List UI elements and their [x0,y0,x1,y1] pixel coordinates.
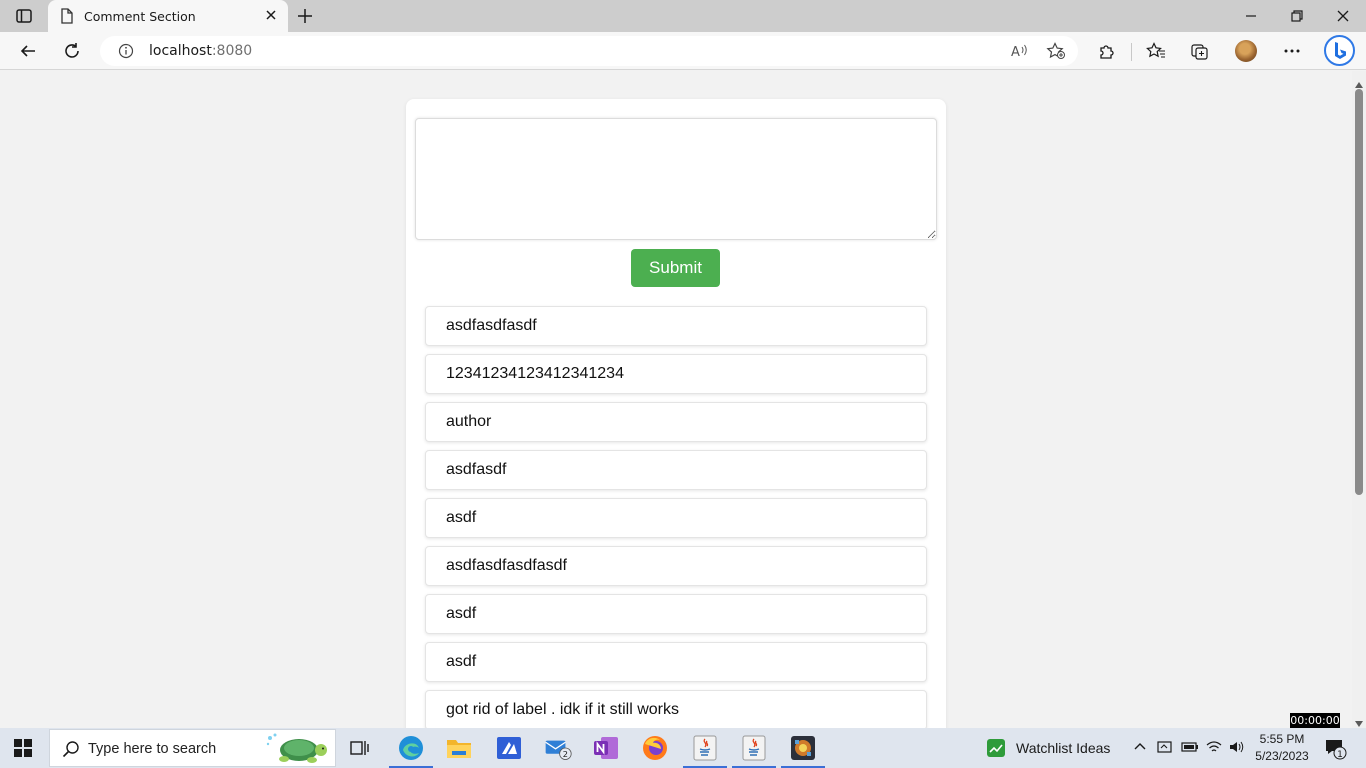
browser-toolbar: localhost:8080 A [0,32,1366,70]
comment-item: asdf [425,642,927,682]
edge-icon[interactable] [389,734,433,768]
comment-item: 12341234123412341234 [425,354,927,394]
system-clock[interactable]: 5:55 PM 5/23/2023 [1250,731,1314,765]
comment-textarea[interactable] [415,118,937,240]
comment-list: asdfasdfasdf 12341234123412341234 author… [425,306,927,728]
taskbar: Type here to search 2 Watchlist Ideas 5:… [0,728,1366,768]
bing-icon[interactable] [1324,35,1355,66]
recording-timer: 00:00:00 [1290,713,1340,728]
page-scrollbar[interactable] [1352,71,1366,728]
volume-icon[interactable] [1228,739,1244,760]
url-text: localhost:8080 [149,43,253,59]
network-icon[interactable] [1157,739,1173,760]
search-placeholder: Type here to search [88,741,217,757]
notification-icon[interactable]: 1 [1324,738,1348,765]
task-view-icon[interactable] [346,734,374,762]
turtle-icon [264,732,330,768]
game-icon[interactable] [781,734,825,768]
widget-icon [987,739,1005,757]
plus-icon[interactable] [296,7,314,30]
app-icon[interactable] [495,734,523,762]
submit-button[interactable]: Submit [631,249,720,287]
widget-label: Watchlist Ideas [1016,740,1111,756]
address-bar[interactable]: localhost:8080 A [100,36,1078,66]
restore-icon[interactable] [1289,8,1305,29]
svg-text:A: A [1011,45,1020,60]
collections-icon[interactable] [1189,40,1211,62]
scroll-thumb[interactable] [1355,89,1363,495]
favorites-icon[interactable] [1145,40,1167,62]
clock-time: 5:55 PM [1259,732,1305,746]
mail-icon[interactable]: 2 [544,734,572,762]
more-icon[interactable] [1281,40,1303,62]
file-explorer-icon[interactable] [445,734,473,762]
comment-item: asdfasdfasdf [425,306,927,346]
comment-item: asdf [425,498,927,538]
comment-item: asdf [425,594,927,634]
clock-date: 5/23/2023 [1255,749,1309,763]
widget-button[interactable]: Watchlist Ideas [986,738,1110,758]
close-icon[interactable] [264,8,278,27]
comment-item: asdfasdf [425,450,927,490]
comment-item: got rid of label . idk if it still works [425,690,927,728]
onenote-icon[interactable] [592,734,620,762]
taskbar-search[interactable]: Type here to search [49,729,336,767]
extensions-icon[interactable] [1096,40,1118,62]
java-icon[interactable] [683,734,727,768]
firefox-icon[interactable] [641,734,669,762]
tab-actions-icon[interactable] [12,7,36,25]
notification-count: 1 [1337,750,1343,760]
read-aloud-icon[interactable]: A [1010,42,1030,65]
minimize-icon[interactable] [1243,8,1259,29]
tab-strip: Comment Section [0,0,1366,32]
java-icon[interactable] [732,734,776,768]
window-close-icon[interactable] [1335,8,1351,29]
refresh-icon[interactable] [61,40,83,62]
windows-start-icon[interactable] [14,739,32,757]
browser-tab[interactable]: Comment Section [48,0,288,32]
tab-title: Comment Section [84,9,196,24]
back-icon[interactable] [17,40,39,62]
comment-item: asdfasdfasdfasdf [425,546,927,586]
comment-item: author [425,402,927,442]
toolbar-separator [1131,43,1132,61]
add-favorite-icon[interactable] [1046,42,1066,65]
battery-icon[interactable] [1181,739,1199,760]
page-viewport: Submit asdfasdfasdf 12341234123412341234… [0,71,1352,728]
search-icon [62,740,80,763]
wifi-icon[interactable] [1206,739,1222,760]
comment-card: Submit asdfasdfasdf 12341234123412341234… [406,99,946,728]
info-icon[interactable] [118,43,134,64]
mail-badge: 2 [563,749,568,759]
avatar[interactable] [1235,40,1257,62]
page-icon [60,8,74,29]
chevron-up-icon[interactable] [1133,739,1147,758]
